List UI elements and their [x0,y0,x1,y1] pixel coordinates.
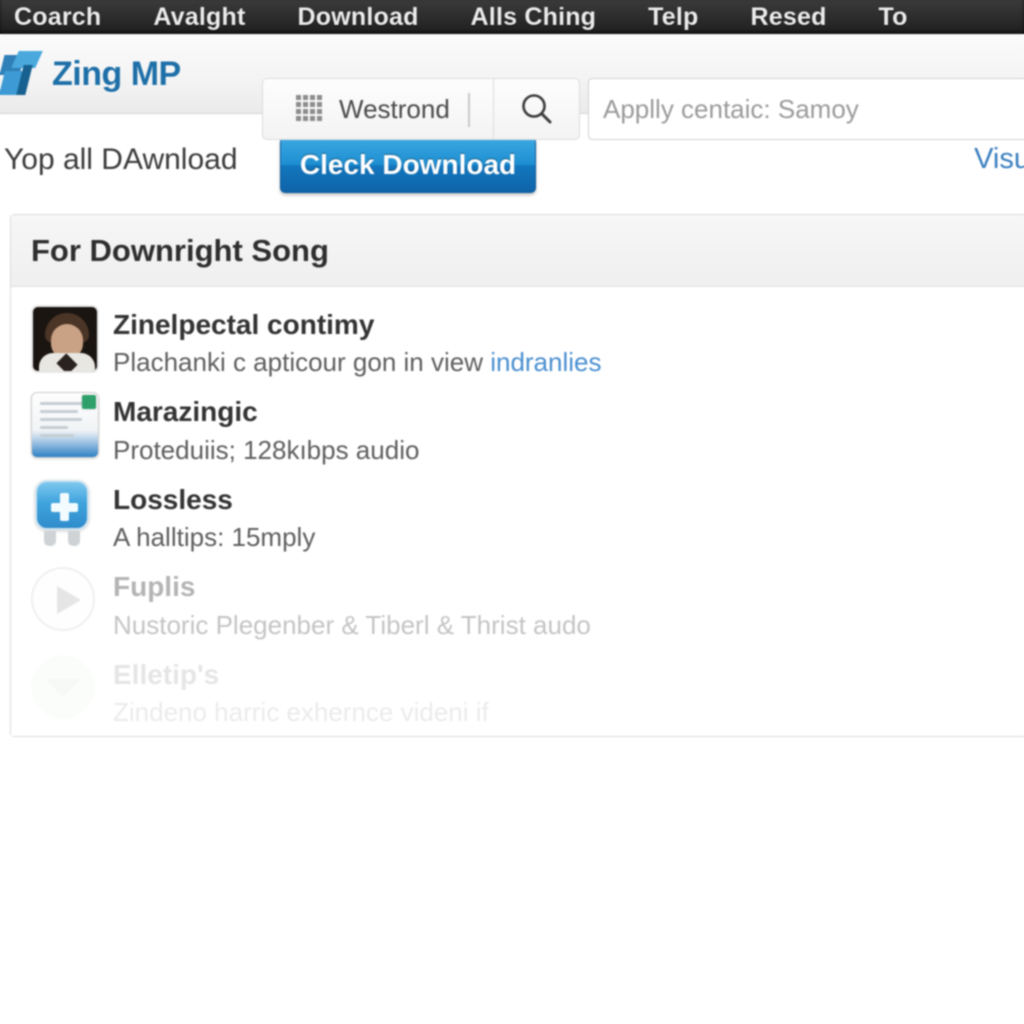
list-item[interactable]: Marazingic Proteduiis; 128kıbps audio [11,386,1024,473]
list-item-subtitle: Zindeno harric exhernce videni if [113,697,489,728]
card-header: For Downright Song [11,215,1024,287]
top-navigation-bar: Coarch Avalght Download Alls Ching Telp … [0,0,1024,34]
topnav-item-avalght[interactable]: Avalght [153,0,245,34]
visual-link[interactable]: Visu [974,143,1024,176]
app-logo-text: Zing MP [52,54,181,93]
list-item[interactable]: Fuplis Nustoric Plegenber & Tiberl & Thr… [11,561,1024,648]
action-row-label: Yop all DAwnload [4,143,238,176]
topnav-item-resed[interactable]: Resed [751,0,827,34]
download-options-card: For Downright Song Zinelpectal contimy P… [10,214,1024,738]
list-item-title: Elletip's [113,658,220,690]
list-item-title: Zinelpectal contimy [113,309,375,340]
topnav-item-coarch[interactable]: Coarch [14,0,101,34]
app-header: Zing MP Westrond Applly centaic: Samoy [0,34,1024,140]
workspace-switcher-label: Westrond [339,93,450,124]
list-item-texts: Marazingic Proteduiis; 128kıbps audio [113,392,419,467]
list-item-texts: Fuplis Nustoric Plegenber & Tiberl & Thr… [113,567,591,642]
lossless-plus-icon [31,479,99,548]
download-dialog-page: Coarch Avalght Download Alls Ching Telp … [0,0,1024,1024]
list-item-title: Fuplis [113,571,196,603]
check-download-button[interactable]: Cleck Download [280,137,536,193]
search-input-placeholder: Applly centaic: Samoy [603,93,859,124]
green-badge-icon [82,395,96,410]
list-item-texts: Zinelpectal contimy Plachanki c apticour… [113,305,602,380]
search-button[interactable] [494,78,580,140]
play-circle-icon [31,567,99,635]
list-item[interactable]: Elletip's Zindeno harric exhernce videni… [11,649,1024,736]
card-title: For Downright Song [31,232,329,268]
list-item-subtitle-link[interactable]: indranlies [490,347,601,377]
topnav-item-alls-ching[interactable]: Alls Ching [471,0,597,34]
list-item-subtitle: Nustoric Plegenber & Tiberl & Thrist aud… [113,609,591,640]
list-item-subtitle: Proteduiis; 128kıbps audio [113,434,420,465]
topnav-item-download[interactable]: Download [298,0,419,34]
check-download-button-label: Cleck Download [299,149,517,180]
download-options-list: Zinelpectal contimy Plachanki c apticour… [11,287,1024,737]
app-logo[interactable]: Zing MP [0,48,181,100]
list-item-subtitle: A halltips: 15mply [113,522,316,553]
list-item[interactable]: Zinelpectal contimy Plachanki c apticour… [11,299,1024,386]
list-item-texts: Lossless A halltips: 15mply [113,480,315,555]
list-item[interactable]: Lossless A halltips: 15mply [11,474,1024,561]
search-icon [521,94,551,124]
list-item-texts: Elletip's Zindeno harric exhernce videni… [113,655,489,730]
document-window-icon [31,392,99,460]
list-item-title: Lossless [113,483,233,515]
zing-logo-icon [0,51,44,97]
topnav-item-to[interactable]: To [879,0,908,34]
topnav-item-telp[interactable]: Telp [648,0,698,34]
switcher-divider [468,93,470,127]
list-item-title: Marazingic [113,396,258,428]
workspace-switcher[interactable]: Westrond [262,78,494,140]
eye-circle-icon [31,654,99,723]
list-item-subtitle-text: Plachanki c apticour gon in view [113,347,491,378]
list-item-subtitle: Plachanki c apticour gon in view indranl… [113,345,602,380]
grid-icon [296,95,322,121]
user-photo-avatar [31,305,99,373]
search-input[interactable]: Applly centaic: Samoy [588,78,1024,140]
